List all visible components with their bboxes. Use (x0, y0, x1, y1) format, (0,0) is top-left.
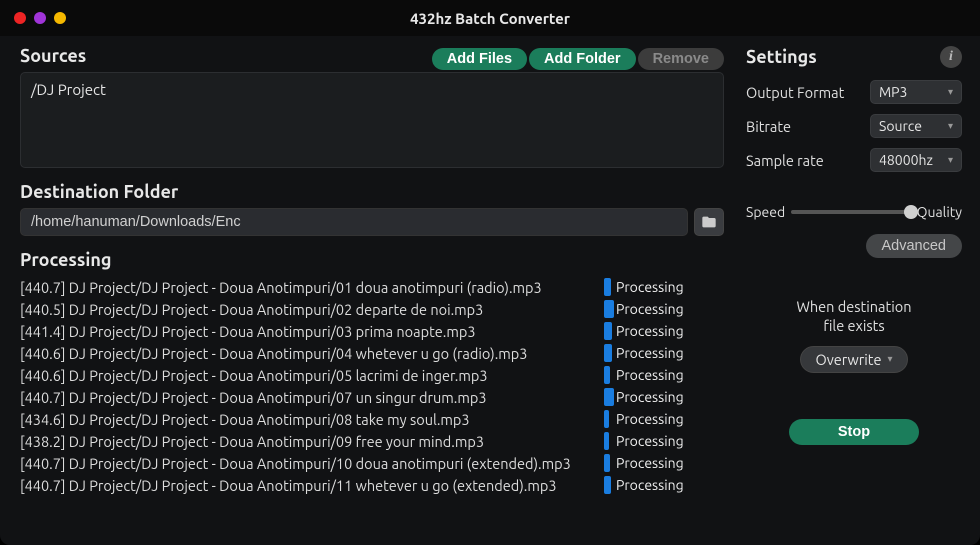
slider-thumb[interactable] (904, 205, 918, 219)
processing-progress: Processing (604, 366, 724, 384)
processing-progress: Processing (604, 278, 724, 296)
bitrate-value: Source (879, 118, 922, 134)
processing-status-label: Processing (616, 323, 684, 339)
bitrate-select[interactable]: Source ▾ (870, 114, 962, 138)
output-format-label: Output Format (746, 84, 844, 101)
processing-progress: Processing (604, 344, 724, 362)
processing-status-label: Processing (616, 367, 684, 383)
processing-filename: [434.6] DJ Project/DJ Project - Doua Ano… (20, 411, 594, 428)
processing-row: [440.5] DJ Project/DJ Project - Doua Ano… (20, 298, 724, 320)
processing-filename: [440.7] DJ Project/DJ Project - Doua Ano… (20, 279, 594, 296)
processing-progress: Processing (604, 432, 724, 450)
chevron-down-icon: ▾ (948, 86, 953, 98)
processing-list: [440.7] DJ Project/DJ Project - Doua Ano… (20, 276, 724, 529)
sample-rate-value: 48000hz (879, 152, 933, 168)
processing-status-label: Processing (616, 301, 684, 317)
output-format-value: MP3 (879, 84, 907, 100)
folder-icon (701, 214, 717, 230)
destination-input[interactable] (20, 208, 688, 236)
destination-exists-label: When destination file exists (746, 298, 962, 336)
processing-row: [440.7] DJ Project/DJ Project - Doua Ano… (20, 452, 724, 474)
add-files-button[interactable]: Add Files (432, 48, 527, 70)
quality-label: Quality (917, 204, 962, 220)
processing-status-label: Processing (616, 433, 684, 449)
advanced-button[interactable]: Advanced (866, 234, 963, 258)
processing-status-label: Processing (616, 345, 684, 361)
processing-status-label: Processing (616, 389, 684, 405)
app-window: 432hz Batch Converter Sources Add Files … (0, 0, 980, 545)
speed-quality-slider[interactable] (791, 210, 910, 214)
processing-filename: [440.5] DJ Project/DJ Project - Doua Ano… (20, 301, 594, 318)
processing-progress: Processing (604, 410, 724, 428)
processing-status-label: Processing (616, 411, 684, 427)
processing-filename: [440.7] DJ Project/DJ Project - Doua Ano… (20, 455, 594, 472)
processing-status-label: Processing (616, 279, 684, 295)
processing-title: Processing (20, 250, 724, 270)
processing-filename: [441.4] DJ Project/DJ Project - Doua Ano… (20, 323, 594, 340)
bitrate-label: Bitrate (746, 118, 791, 135)
overwrite-select[interactable]: Overwrite ▾ (800, 346, 907, 373)
processing-row: [434.6] DJ Project/DJ Project - Doua Ano… (20, 408, 724, 430)
add-folder-button[interactable]: Add Folder (529, 48, 636, 70)
processing-row: [441.4] DJ Project/DJ Project - Doua Ano… (20, 320, 724, 342)
chevron-down-icon: ▾ (888, 353, 893, 365)
processing-row: [438.2] DJ Project/DJ Project - Doua Ano… (20, 430, 724, 452)
output-format-select[interactable]: MP3 ▾ (870, 80, 962, 104)
sample-rate-label: Sample rate (746, 152, 824, 169)
processing-progress: Processing (604, 476, 724, 494)
processing-status-label: Processing (616, 455, 684, 471)
sources-title: Sources (20, 46, 86, 66)
chevron-down-icon: ▾ (948, 120, 953, 132)
processing-row: [440.7] DJ Project/DJ Project - Doua Ano… (20, 276, 724, 298)
processing-filename: [438.2] DJ Project/DJ Project - Doua Ano… (20, 433, 594, 450)
info-icon[interactable]: i (940, 46, 962, 68)
processing-row: [440.6] DJ Project/DJ Project - Doua Ano… (20, 364, 724, 386)
processing-filename: [440.6] DJ Project/DJ Project - Doua Ano… (20, 367, 594, 384)
chevron-down-icon: ▾ (948, 154, 953, 166)
stop-button[interactable]: Stop (789, 419, 919, 445)
sample-rate-select[interactable]: 48000hz ▾ (870, 148, 962, 172)
overwrite-value: Overwrite (815, 351, 881, 368)
processing-status-label: Processing (616, 477, 684, 493)
speed-label: Speed (746, 204, 785, 220)
processing-filename: [440.6] DJ Project/DJ Project - Doua Ano… (20, 345, 594, 362)
processing-progress: Processing (604, 322, 724, 340)
processing-progress: Processing (604, 454, 724, 472)
sources-list[interactable]: /DJ Project (20, 72, 724, 168)
settings-title: Settings (746, 47, 817, 67)
processing-progress: Processing (604, 388, 724, 406)
processing-row: [440.6] DJ Project/DJ Project - Doua Ano… (20, 342, 724, 364)
window-title: 432hz Batch Converter (0, 10, 980, 27)
remove-button[interactable]: Remove (638, 48, 724, 70)
processing-filename: [440.7] DJ Project/DJ Project - Doua Ano… (20, 389, 594, 406)
source-item[interactable]: /DJ Project (31, 81, 713, 98)
destination-title: Destination Folder (20, 182, 724, 202)
processing-row: [440.7] DJ Project/DJ Project - Doua Ano… (20, 386, 724, 408)
processing-filename: [440.7] DJ Project/DJ Project - Doua Ano… (20, 477, 594, 494)
browse-folder-button[interactable] (694, 208, 724, 236)
processing-row: [440.7] DJ Project/DJ Project - Doua Ano… (20, 474, 724, 496)
titlebar: 432hz Batch Converter (0, 0, 980, 36)
processing-progress: Processing (604, 300, 724, 318)
